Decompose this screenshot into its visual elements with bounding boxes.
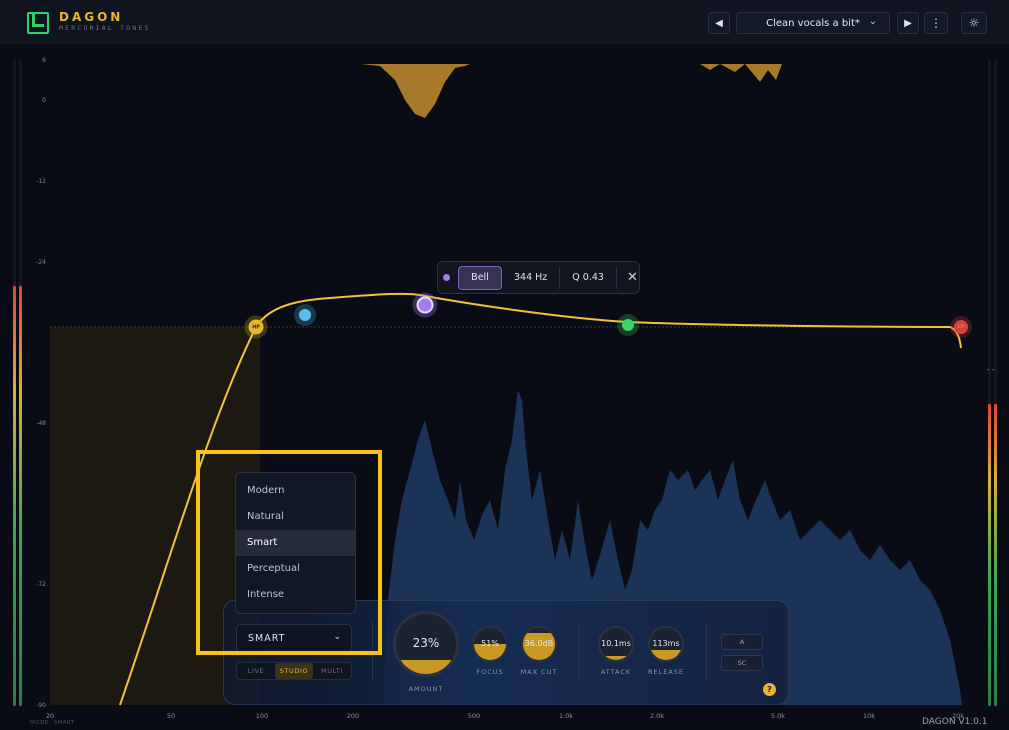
attack-fill <box>600 656 632 660</box>
release-label: RELEASE <box>647 668 685 676</box>
y-label: -24 <box>36 259 46 266</box>
band-node-purple[interactable] <box>416 296 434 314</box>
amount-value: 23% <box>412 636 440 650</box>
x-label: 2.0k <box>649 712 665 720</box>
x-label: 20 <box>45 712 55 720</box>
amount-knob[interactable]: 23% <box>393 611 459 677</box>
divider <box>579 622 580 680</box>
lowpass-node[interactable]: LP <box>954 320 968 334</box>
divider <box>706 622 707 680</box>
band-type-button[interactable]: Bell <box>458 265 502 290</box>
input-meter-right <box>19 286 22 706</box>
output-meter-right <box>994 404 997 706</box>
x-label: 200 <box>346 712 360 720</box>
mode-footer: MODE: SMART <box>30 720 75 726</box>
help-icon[interactable]: ? <box>763 683 776 696</box>
y-label: 0 <box>42 97 46 104</box>
x-label: 1.0k <box>558 712 574 720</box>
seg-live[interactable]: LIVE <box>237 663 275 679</box>
input-meter-left <box>13 286 16 706</box>
band-color-dot <box>443 274 450 281</box>
y-label: -12 <box>36 178 46 185</box>
max-cut-label: MAX CUT <box>520 668 558 676</box>
release-knob[interactable]: 113ms <box>648 626 684 662</box>
release-value: 113ms <box>652 639 680 648</box>
y-label: -48 <box>36 420 46 427</box>
focus-label: FOCUS <box>476 668 504 676</box>
x-label: 10k <box>862 712 876 720</box>
y-label: 6 <box>42 57 46 64</box>
band-q[interactable]: Q 0.43 <box>560 272 616 283</box>
y-label: -72 <box>36 581 46 588</box>
processing-mode-toggle: LIVE STUDIO MULTI <box>236 662 352 680</box>
output-meter-left <box>988 404 991 706</box>
focus-knob[interactable]: 51% <box>472 626 508 662</box>
band-node-blue[interactable] <box>299 309 311 321</box>
a-button[interactable]: A <box>721 634 763 650</box>
amount-label: AMOUNT <box>408 685 444 693</box>
max-cut-value: 36.0dB <box>524 639 554 648</box>
attack-label: ATTACK <box>600 668 632 676</box>
amount-fill <box>396 660 456 674</box>
y-label: -90 <box>36 702 46 709</box>
x-label: 50 <box>166 712 176 720</box>
sidechain-button[interactable]: SC <box>721 655 763 671</box>
x-label: 100 <box>255 712 269 720</box>
band-frequency[interactable]: 344 Hz <box>502 272 559 283</box>
meter-peak-marker: - - <box>987 366 995 374</box>
seg-multi[interactable]: MULTI <box>313 663 351 679</box>
x-label: 5.0k <box>770 712 786 720</box>
attack-knob[interactable]: 10.1ms <box>598 626 634 662</box>
focus-value: 51% <box>481 639 499 648</box>
attack-value: 10.1ms <box>601 639 631 648</box>
highpass-node[interactable]: HP <box>248 319 264 335</box>
close-icon[interactable]: ✕ <box>627 270 638 285</box>
max-cut-knob[interactable]: 36.0dB <box>521 626 557 662</box>
band-popup: Bell 344 Hz Q 0.43 ✕ <box>437 261 640 294</box>
seg-studio[interactable]: STUDIO <box>275 663 313 679</box>
version-label: DAGON V1.0.1 <box>922 717 988 727</box>
release-fill <box>650 650 682 660</box>
reduction-spectrum <box>360 64 782 118</box>
band-node-green[interactable] <box>622 319 634 331</box>
divider <box>615 266 617 289</box>
highlight-box <box>196 450 382 655</box>
x-label: 500 <box>467 712 481 720</box>
